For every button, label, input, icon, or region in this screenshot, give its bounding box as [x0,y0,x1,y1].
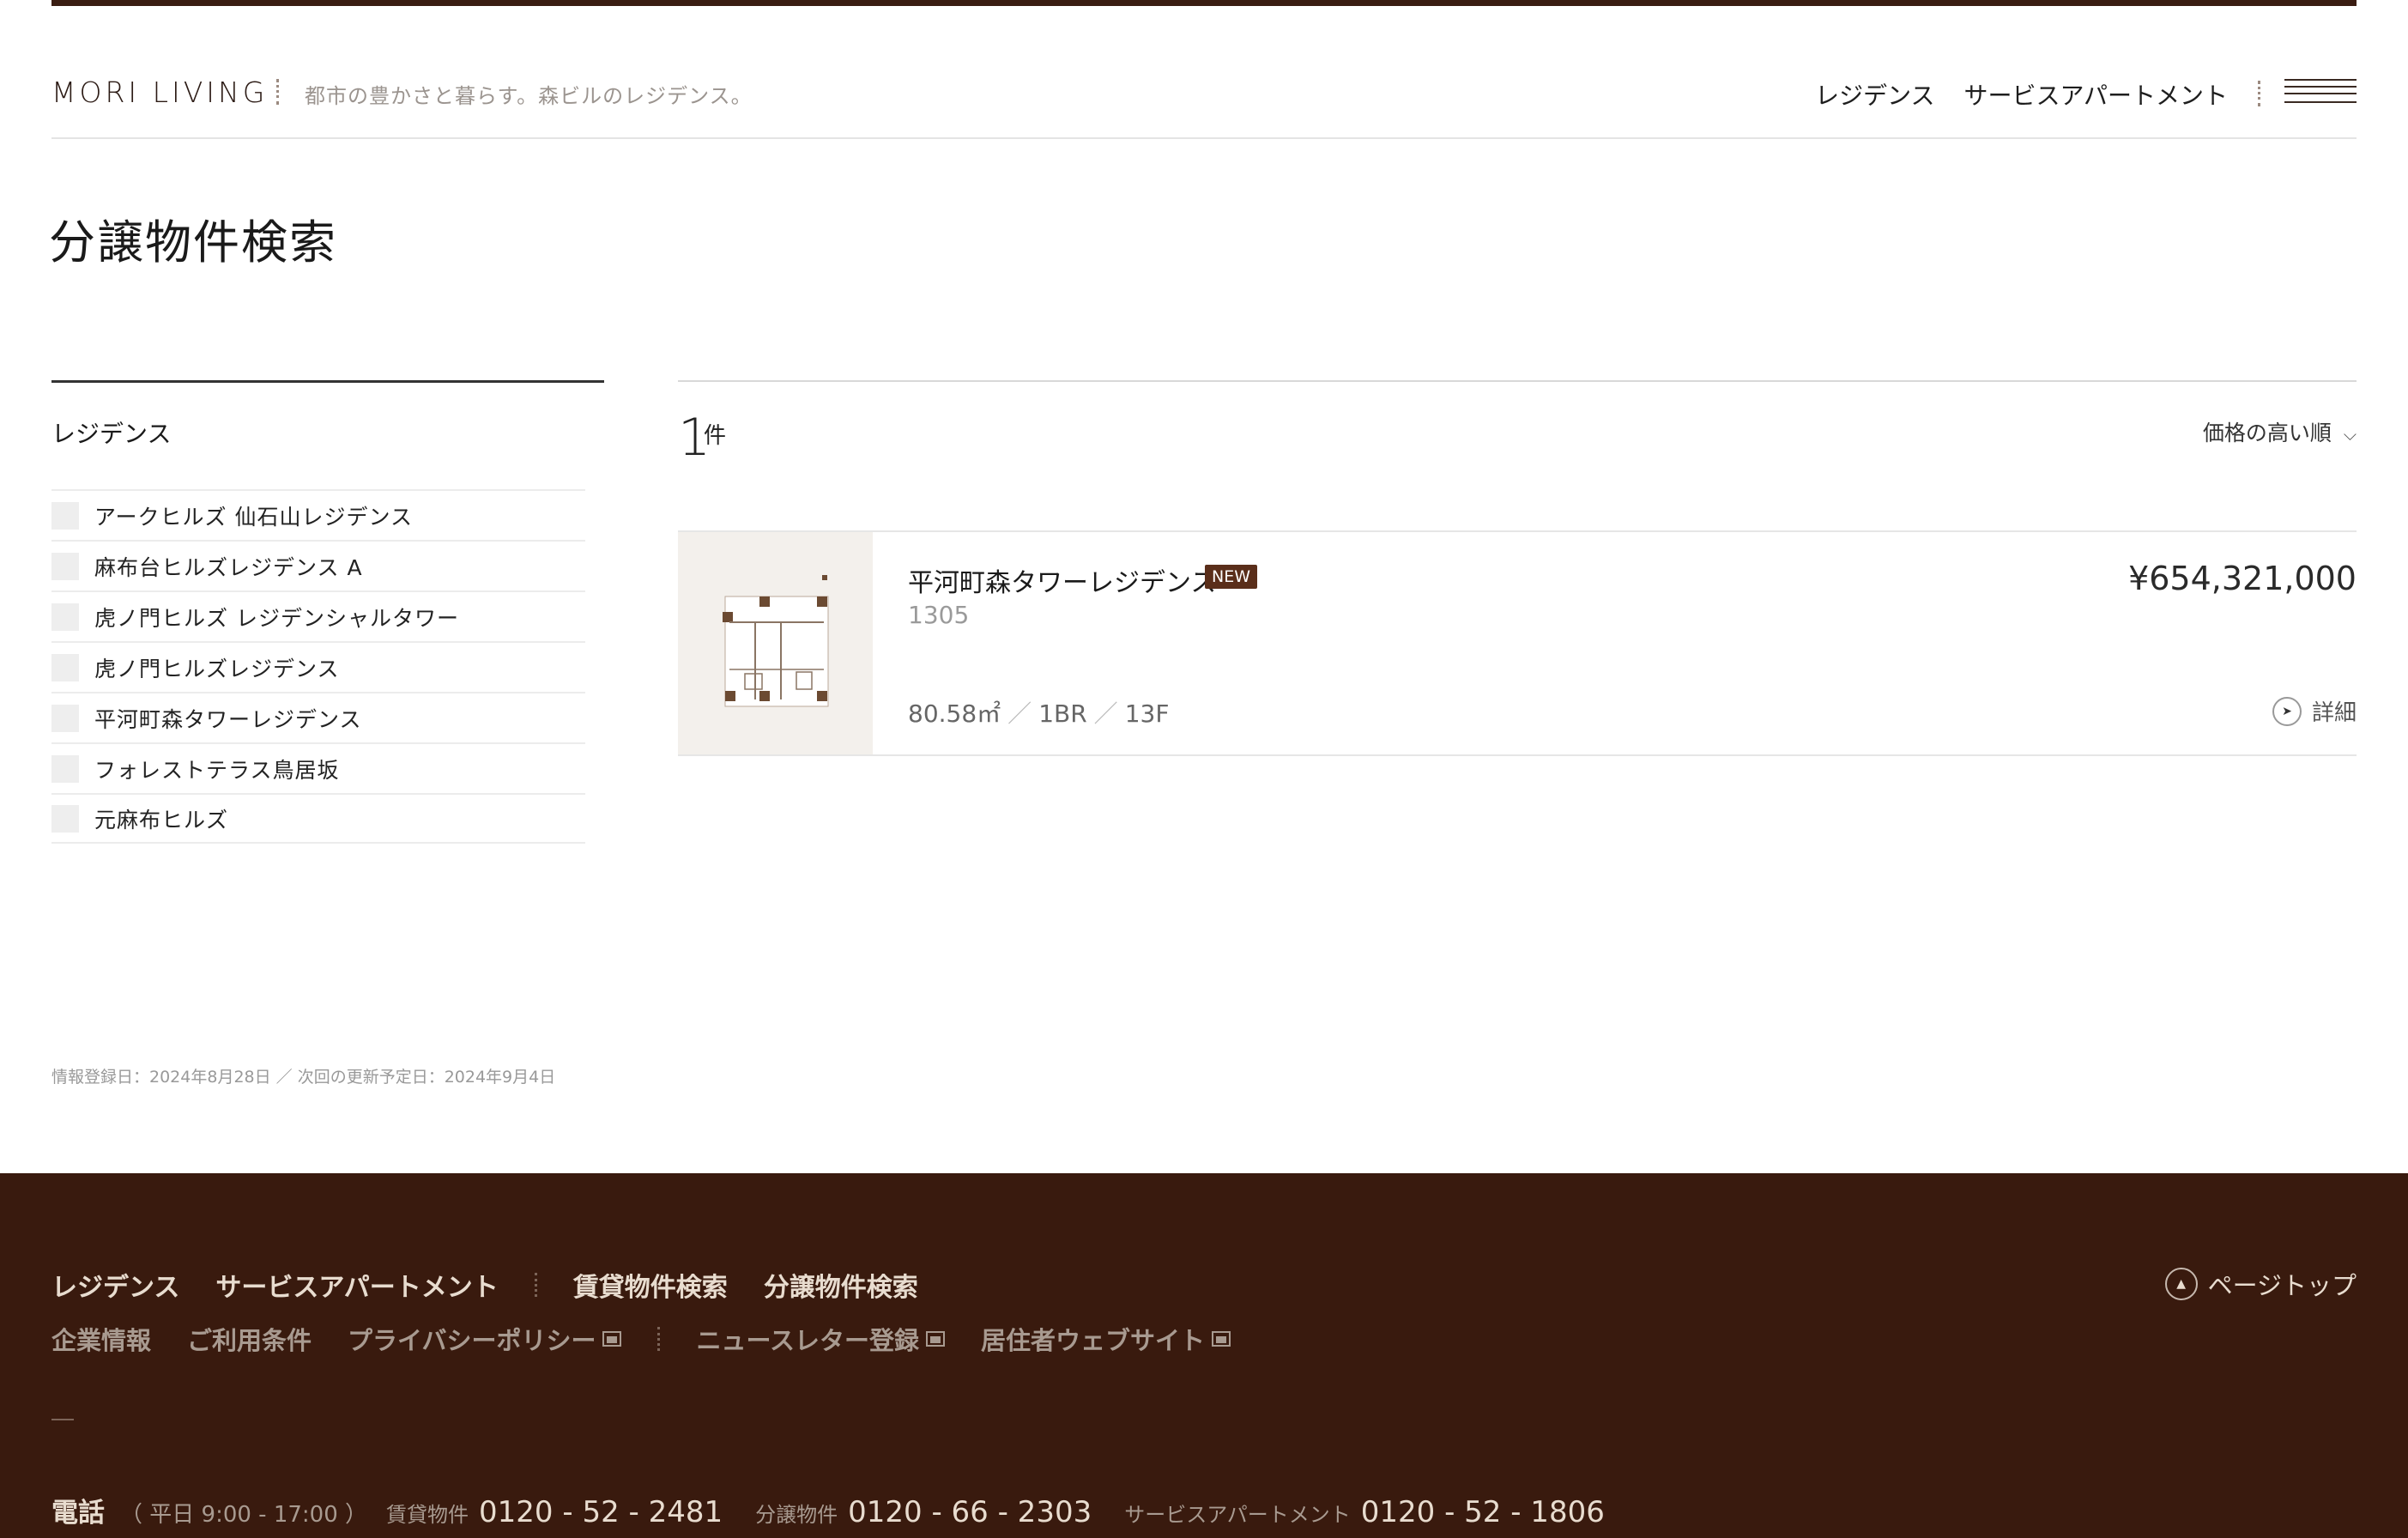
footer-link-resident-site[interactable]: 居住者ウェブサイト [981,1321,1231,1357]
filter-item-label: 虎ノ門ヒルズレジデンス [94,656,340,681]
listing-price: ¥654,321,000 [2128,560,2357,597]
filter-item-toranomon-residential-tower[interactable]: 虎ノ門ヒルズ レジデンシャルタワー [51,590,585,641]
footer-dash [51,1419,74,1420]
footer-link-newsletter[interactable]: ニュースレター登録 [696,1321,946,1357]
checkbox[interactable] [51,754,79,783]
checkbox[interactable] [51,653,79,681]
chevron-down-icon: ⌵ [2343,424,2357,445]
main-nav: レジデンス サービスアパートメント [1815,77,2228,112]
listing-specs: 80.58㎡／ 1BR ／ 13F [908,699,1170,728]
phone-category-sale: 分譲物件 [755,1503,838,1527]
footer-link-service-apartment[interactable]: サービスアパートメント [215,1266,498,1304]
phone-number-sale[interactable]: 0120 - 66 - 2303 [848,1495,1092,1529]
checkbox[interactable] [51,501,79,530]
external-link-icon [1212,1331,1231,1347]
phone-hours: （ 平日 9:00 - 17:00 ） [120,1502,368,1528]
detail-link[interactable]: ➤ 詳細 [2272,695,2357,727]
filter-item-forest-terrace-toriizaka[interactable]: フォレストテラス鳥居坂 [51,742,585,793]
page-top-button[interactable]: ▲ ページトップ [2164,1266,2357,1302]
top-accent-rule [51,0,2357,6]
external-link-icon [926,1331,946,1347]
checkbox[interactable] [51,602,79,631]
phone-category-rental: 賃貸物件 [386,1503,469,1527]
arrow-up-icon: ▲ [2164,1268,2198,1300]
listing-name[interactable]: 平河町森タワーレジデンス [908,561,1216,599]
filter-item-azabudai-hills-a[interactable]: 麻布台ヒルズレジデンス A [51,540,585,590]
filter-item-ark-hills-sengokuyama[interactable]: アークヒルズ 仙石山レジデンス [51,489,585,540]
footer-link-privacy[interactable]: プライバシーポリシー [348,1321,622,1357]
phone-number-service-apartment[interactable]: 0120 - 52 - 1806 [1361,1495,1605,1529]
footer-primary-links: レジデンス サービスアパートメント 賃貸物件検索 分譲物件検索 [51,1266,954,1304]
footer-secondary-links: 企業情報 ご利用条件 プライバシーポリシー ニュースレター登録 居住者ウェブサイ… [51,1321,1267,1357]
checkbox[interactable] [51,552,79,580]
area: 80.58㎡ [908,699,1001,728]
footer-link-residence[interactable]: レジデンス [51,1266,179,1304]
site-footer: レジデンス サービスアパートメント 賃貸物件検索 分譲物件検索 企業情報 ご利用… [0,1173,2408,1538]
footer-link-company[interactable]: 企業情報 [51,1321,151,1357]
layout: 1BR [1038,699,1087,728]
detail-label: 詳細 [2311,700,2357,726]
floor: 13F [1124,699,1170,728]
footer-link-privacy-label: プライバシーポリシー [348,1326,596,1355]
footer-link-sale-search[interactable]: 分譲物件検索 [764,1266,918,1304]
sort-dropdown[interactable]: 価格の高い順 ⌵ [2203,416,2357,447]
checkbox[interactable] [51,704,79,732]
floor-plan-image [678,532,873,754]
sort-label: 価格の高い順 [2202,421,2332,445]
arrow-right-icon: ➤ [2272,696,2302,726]
footer-divider [657,1327,661,1351]
listing-card[interactable]: 平河町森タワーレジデンス NEW 1305 80.58㎡／ 1BR ／ 13F ¥65… [678,530,2357,756]
mori-living-logo[interactable]: MORI LIVING [51,76,268,109]
filter-item-hirakawacho-mori-tower[interactable]: 平河町森タワーレジデンス [51,692,585,742]
phone-contacts: 電話 （ 平日 9:00 - 17:00 ） 賃貸物件 0120 - 52 - … [51,1491,1637,1529]
filter-item-motoazabu-hills[interactable]: 元麻布ヒルズ [51,793,585,844]
nav-divider [2258,81,2260,106]
footer-link-terms[interactable]: ご利用条件 [187,1321,312,1357]
result-count-unit: 件 [704,423,727,449]
residence-filter: レジデンス アークヒルズ 仙石山レジデンス 麻布台ヒルズレジデンス A 虎ノ門ヒ… [51,380,604,844]
external-link-icon [602,1331,622,1347]
menu-icon[interactable] [2284,79,2357,105]
footer-link-newsletter-label: ニュースレター登録 [696,1326,920,1355]
header-divider [276,79,279,105]
filter-item-label: アークヒルズ 仙石山レジデンス [94,504,413,530]
phone-number-rental[interactable]: 0120 - 52 - 2481 [479,1495,723,1529]
filter-item-label: 麻布台ヒルズレジデンス A [94,554,363,580]
footer-link-rental-search[interactable]: 賃貸物件検索 [573,1266,728,1304]
floor-plan-icon [723,575,829,707]
search-results: 1 件 価格の高い順 ⌵ 平河町森タワーレジデンス NEW 1305 80.58… [678,380,2357,758]
filter-list: アークヒルズ 仙石山レジデンス 麻布台ヒルズレジデンス A 虎ノ門ヒルズ レジデ… [51,489,585,844]
footer-divider [534,1273,537,1297]
update-info: 情報登録日：2024年8月28日 ／ 次回の更新予定日：2024年9月4日 [51,1068,556,1087]
page-title: 分譲物件検索 [49,215,337,269]
page-top-label: ページトップ [2207,1271,2357,1300]
filter-item-label: 虎ノ門ヒルズ レジデンシャルタワー [94,605,459,631]
filter-item-toranomon-hills-residence[interactable]: 虎ノ門ヒルズレジデンス [51,641,585,692]
phone-category-service-apartment: サービスアパートメント [1124,1503,1351,1527]
footer-link-resident-label: 居住者ウェブサイト [981,1326,1206,1355]
filter-item-label: フォレストテラス鳥居坂 [94,757,340,783]
filter-title: レジデンス [51,420,172,448]
site-tagline: 都市の豊かさと暮らす。森ビルのレジデンス。 [305,84,753,108]
site-header: MORI LIVING 都市の豊かさと暮らす。森ビルのレジデンス。 レジデンス … [51,69,2357,139]
nav-residence[interactable]: レジデンス [1815,77,1934,112]
nav-service-apartment[interactable]: サービスアパートメント [1964,77,2228,112]
checkbox[interactable] [51,804,79,833]
new-badge: NEW [1205,565,1258,589]
room-number: 1305 [908,601,970,629]
filter-item-label: 元麻布ヒルズ [94,807,229,833]
filter-item-label: 平河町森タワーレジデンス [94,706,362,732]
phone-label: 電話 [51,1498,105,1529]
